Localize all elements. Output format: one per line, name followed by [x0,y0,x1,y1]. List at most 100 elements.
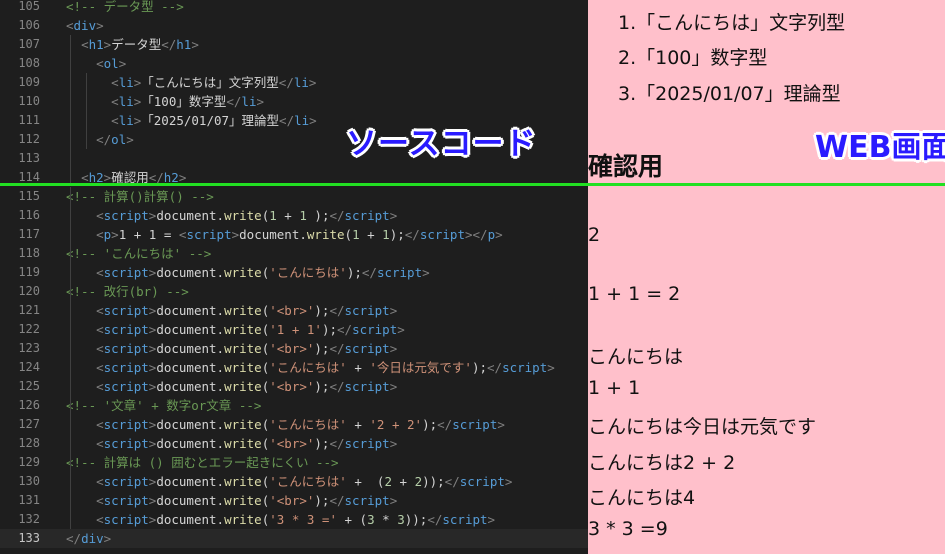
code-line[interactable]: 123 <script>document.write('<br>');</scr… [0,339,588,358]
code-token: li [118,75,134,90]
line-number: 125 [18,379,40,393]
code-token: script [352,322,398,337]
line-number: 133 [18,531,40,545]
code-token: write [224,322,262,337]
code-line[interactable]: 109 <li>「こんにちは」文字列型</li> [0,73,588,92]
code-token: > [231,227,240,242]
code-token: > [389,493,398,508]
code-line[interactable]: 132 <script>document.write('3 * 3 =' + (… [0,510,588,529]
code-text: <script>document.write('<br>');</script> [66,339,397,358]
code-token: 3 [397,512,405,527]
code-line[interactable]: 127 <script>document.write('こんにちは' + '2 … [0,415,588,434]
code-line[interactable]: 107 <h1>データ型</h1> [0,35,588,54]
code-token: < [96,417,104,432]
code-line[interactable]: 126 <!-- '文章' + 数字or文章 --> [0,396,588,415]
code-token: 1 [352,227,360,242]
code-line[interactable]: 110 <li>「100」数字型</li> [0,92,588,111]
code-editor[interactable]: 105 <!-- データ型 --> 106 <div> 107 <h1>データ型</h1… [0,0,588,554]
code-token: document [156,436,217,451]
code-line[interactable]: 133 </div> [0,529,588,548]
line-number: 115 [18,189,40,203]
code-token: ol [103,56,119,71]
code-text: <script>document.write('<br>');</script> [66,377,397,396]
line-number: 122 [18,322,40,336]
code-line[interactable]: 118 <!-- 'こんにちは' --> [0,244,588,263]
code-token: > [118,56,127,71]
code-token: < [66,18,74,33]
code-token: script [419,227,465,242]
code-token: </ [427,512,443,527]
line-number: 106 [18,18,40,32]
code-line[interactable]: 130 <script>document.write('こんにちは' + (2 … [0,472,588,491]
code-token: script [186,227,232,242]
code-token: . [216,436,225,451]
code-line[interactable]: 125 <script>document.write('<br>');</scr… [0,377,588,396]
code-line[interactable]: 122 <script>document.write('1 + 1');</sc… [0,320,588,339]
code-line[interactable]: 129 <!-- 計算は () 囲むとエラー起きにくい --> [0,453,588,472]
code-token: ); [471,360,488,375]
line-number: 116 [18,208,40,222]
code-token: > [464,227,473,242]
code-line[interactable]: 117 <p>1 + 1 = <script>document.write(1 … [0,225,588,244]
code-token: document [156,341,217,356]
web-screen-label: WEB画面 [815,130,945,165]
code-line[interactable]: 105 <!-- データ型 --> [0,0,588,16]
code-token: </ [329,208,345,223]
code-token: script [459,474,505,489]
preview-output-line: 2 [588,224,601,246]
code-token: </ [329,341,345,356]
code-line[interactable]: 116 <script>document.write(1 + 1 );</scr… [0,206,588,225]
line-number: 121 [18,303,40,317]
code-token: write [224,417,262,432]
preview-output-line: こんにちは [588,346,684,368]
code-line[interactable]: 131 <script>document.write('<br>');</scr… [0,491,588,510]
preview-list-item: 2.「100」数字型 [618,47,768,69]
code-text: <li>「100」数字型</li> [66,92,264,111]
code-token: 2 [414,474,423,489]
code-token: > [397,322,405,337]
code-token: ol [111,132,127,147]
code-token: < [96,227,104,242]
code-token: write [224,360,262,375]
line-number: 118 [18,246,40,260]
code-text: <!-- 計算()計算() --> [66,187,214,206]
code-token: ); [306,208,330,223]
code-token: > [103,531,112,546]
code-token: '<br>' [269,493,315,508]
web-preview: 1.「こんにちは」文字列型 2.「100」数字型 3.「2025/01/07」理… [588,0,945,554]
code-line[interactable]: 128 <script>document.write('<br>');</scr… [0,434,588,453]
code-token: div [81,531,104,546]
code-token: . [216,417,225,432]
code-token: 「こんにちは」文字列型 [141,75,279,90]
code-text: <!-- 改行(br) --> [66,282,189,301]
code-token: </ [329,303,345,318]
code-token: . [299,227,307,242]
code-token: ); [314,303,330,318]
code-token: < [96,512,104,527]
code-line[interactable]: 121 <script>document.write('<br>');</scr… [0,301,588,320]
code-line[interactable]: 106 <div> [0,16,588,35]
source-code-label: ソースコード [346,126,537,162]
preview-output-line: 1 + 1 [588,377,641,399]
code-token: script [452,417,498,432]
code-token: > [389,436,398,451]
line-number: 110 [18,94,40,108]
code-line[interactable]: 115 <!-- 計算()計算() --> [0,187,588,206]
code-token: > [308,75,317,90]
code-line[interactable]: 124 <script>document.write('こんにちは' + '今日… [0,358,588,377]
code-line[interactable]: 120 <!-- 改行(br) --> [0,282,588,301]
code-token: write [224,208,262,223]
code-token: > [497,417,505,432]
code-token: > [389,303,398,318]
code-text: <h1>データ型</h1> [66,35,199,54]
code-line[interactable]: 119 <script>document.write('こんにちは');</sc… [0,263,588,282]
code-token: . [216,265,225,280]
code-line[interactable]: 108 <ol> [0,54,588,73]
line-number: 113 [18,151,40,165]
code-token: < [96,341,104,356]
code-token: + [346,360,370,375]
code-token: '<br>' [269,379,315,394]
line-number: 109 [18,75,40,89]
line-number: 128 [18,436,40,450]
